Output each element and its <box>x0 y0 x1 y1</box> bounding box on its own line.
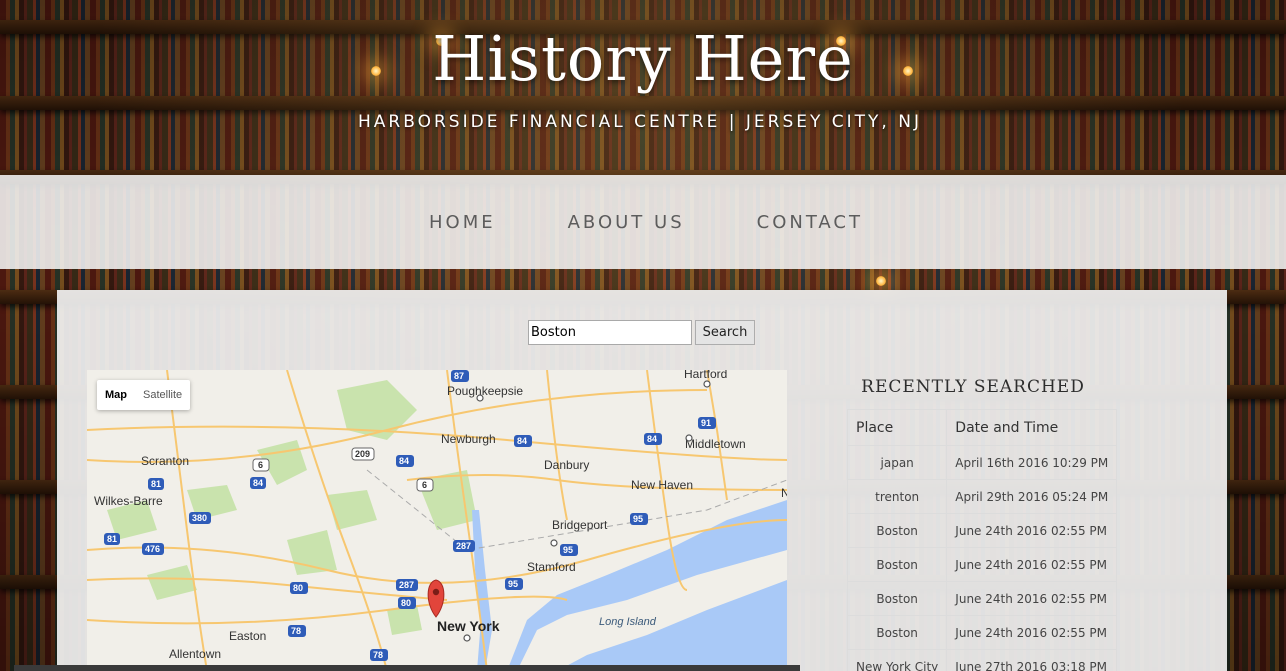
map-label: Long Island <box>599 616 657 628</box>
table-row: Boston June 24th 2016 02:55 PM <box>846 615 1118 650</box>
shield-label: 476 <box>145 544 160 554</box>
map-label: N <box>781 486 787 500</box>
map-label: Newburgh <box>441 432 496 446</box>
shield-label: 95 <box>563 545 573 555</box>
shield-label: 87 <box>454 371 464 381</box>
search-bar: Search <box>528 320 755 345</box>
time-cell: April 16th 2016 10:29 PM <box>946 445 1118 480</box>
nav-about-us[interactable]: ABOUT US <box>568 212 685 233</box>
shield-label: 287 <box>456 541 471 551</box>
shield-label: 287 <box>399 580 414 590</box>
search-button[interactable]: Search <box>695 320 755 345</box>
shield-label: 84 <box>399 456 409 466</box>
map-type-map-button[interactable]: Map <box>97 380 135 410</box>
shield-label: 84 <box>647 434 657 444</box>
shield-label: 80 <box>293 583 303 593</box>
map-type-control: Map Satellite <box>97 380 191 410</box>
table-row: Boston June 24th 2016 02:55 PM <box>846 547 1118 582</box>
map-label: Allentown <box>169 647 221 661</box>
main-navigation: HOME ABOUT US CONTACT <box>0 175 1286 269</box>
shield-label: 84 <box>517 436 527 446</box>
shield-label: 95 <box>508 579 518 589</box>
site-subtitle: HARBORSIDE FINANCIAL CENTRE | JERSEY CIT… <box>358 112 922 132</box>
shield-label: 81 <box>107 534 117 544</box>
map-label: New York <box>437 618 500 634</box>
map-label: Middletown <box>685 437 746 451</box>
table-row: Boston June 24th 2016 02:55 PM <box>846 513 1118 548</box>
place-cell: Boston <box>846 615 948 650</box>
place-cell: New York City <box>846 649 948 671</box>
table-row: trenton April 29th 2016 05:24 PM <box>846 479 1118 514</box>
map-label: Poughkeepsie <box>447 384 523 398</box>
map-label: Scranton <box>141 454 189 468</box>
site-title: History Here <box>432 22 854 95</box>
google-map[interactable]: Hartford Poughkeepsie Newburgh Middletow… <box>87 370 787 671</box>
map-type-satellite-button[interactable]: Satellite <box>135 380 190 410</box>
location-pin-icon[interactable] <box>427 579 445 618</box>
map-label: Easton <box>229 629 266 643</box>
place-cell: Boston <box>846 513 948 548</box>
place-cell: japan <box>846 445 948 480</box>
recently-searched-title: RECENTLY SEARCHED <box>861 377 1085 397</box>
map-label: Bridgeport <box>552 518 608 532</box>
map-label: Hartford <box>684 370 727 381</box>
shield-label: 209 <box>355 449 370 459</box>
candle-icon <box>876 276 886 286</box>
search-input[interactable] <box>528 320 692 345</box>
column-header-place: Place <box>846 409 948 446</box>
nav-home[interactable]: HOME <box>429 212 496 233</box>
shield-label: 91 <box>701 418 711 428</box>
shield-label: 78 <box>373 650 383 660</box>
time-cell: June 24th 2016 02:55 PM <box>946 615 1118 650</box>
shield-label: 6 <box>258 460 263 470</box>
map-canvas[interactable]: Hartford Poughkeepsie Newburgh Middletow… <box>87 370 787 671</box>
shield-label: 78 <box>291 626 301 636</box>
place-cell: trenton <box>846 479 948 514</box>
shield-label: 380 <box>192 513 207 523</box>
content-panel: Search <box>57 290 1227 671</box>
nav-contact[interactable]: CONTACT <box>757 212 863 233</box>
table-row: New York City June 27th 2016 03:18 PM <box>846 649 1118 671</box>
map-label: Danbury <box>544 458 589 472</box>
place-cell: Boston <box>846 581 948 616</box>
map-label: Wilkes-Barre <box>94 494 163 508</box>
place-cell: Boston <box>846 547 948 582</box>
shield-label: 6 <box>422 480 427 490</box>
shield-label: 80 <box>401 598 411 608</box>
recently-searched-table: Place Date and Time japan April 16th 2016… <box>846 409 1118 671</box>
shield-label: 81 <box>151 479 161 489</box>
map-label: New Haven <box>631 478 693 492</box>
table-header-row: Place Date and Time <box>846 409 1118 446</box>
shield-label: 84 <box>253 478 263 488</box>
time-cell: June 24th 2016 02:55 PM <box>946 513 1118 548</box>
horizontal-scrollbar[interactable] <box>14 665 800 671</box>
column-header-date-time: Date and Time <box>946 409 1118 446</box>
time-cell: June 27th 2016 03:18 PM <box>946 649 1118 671</box>
table-row: Boston June 24th 2016 02:55 PM <box>846 581 1118 616</box>
table-row: japan April 16th 2016 10:29 PM <box>846 445 1118 480</box>
time-cell: June 24th 2016 02:55 PM <box>946 581 1118 616</box>
time-cell: June 24th 2016 02:55 PM <box>946 547 1118 582</box>
map-label: Stamford <box>527 560 576 574</box>
time-cell: April 29th 2016 05:24 PM <box>946 479 1118 514</box>
shield-label: 95 <box>633 514 643 524</box>
